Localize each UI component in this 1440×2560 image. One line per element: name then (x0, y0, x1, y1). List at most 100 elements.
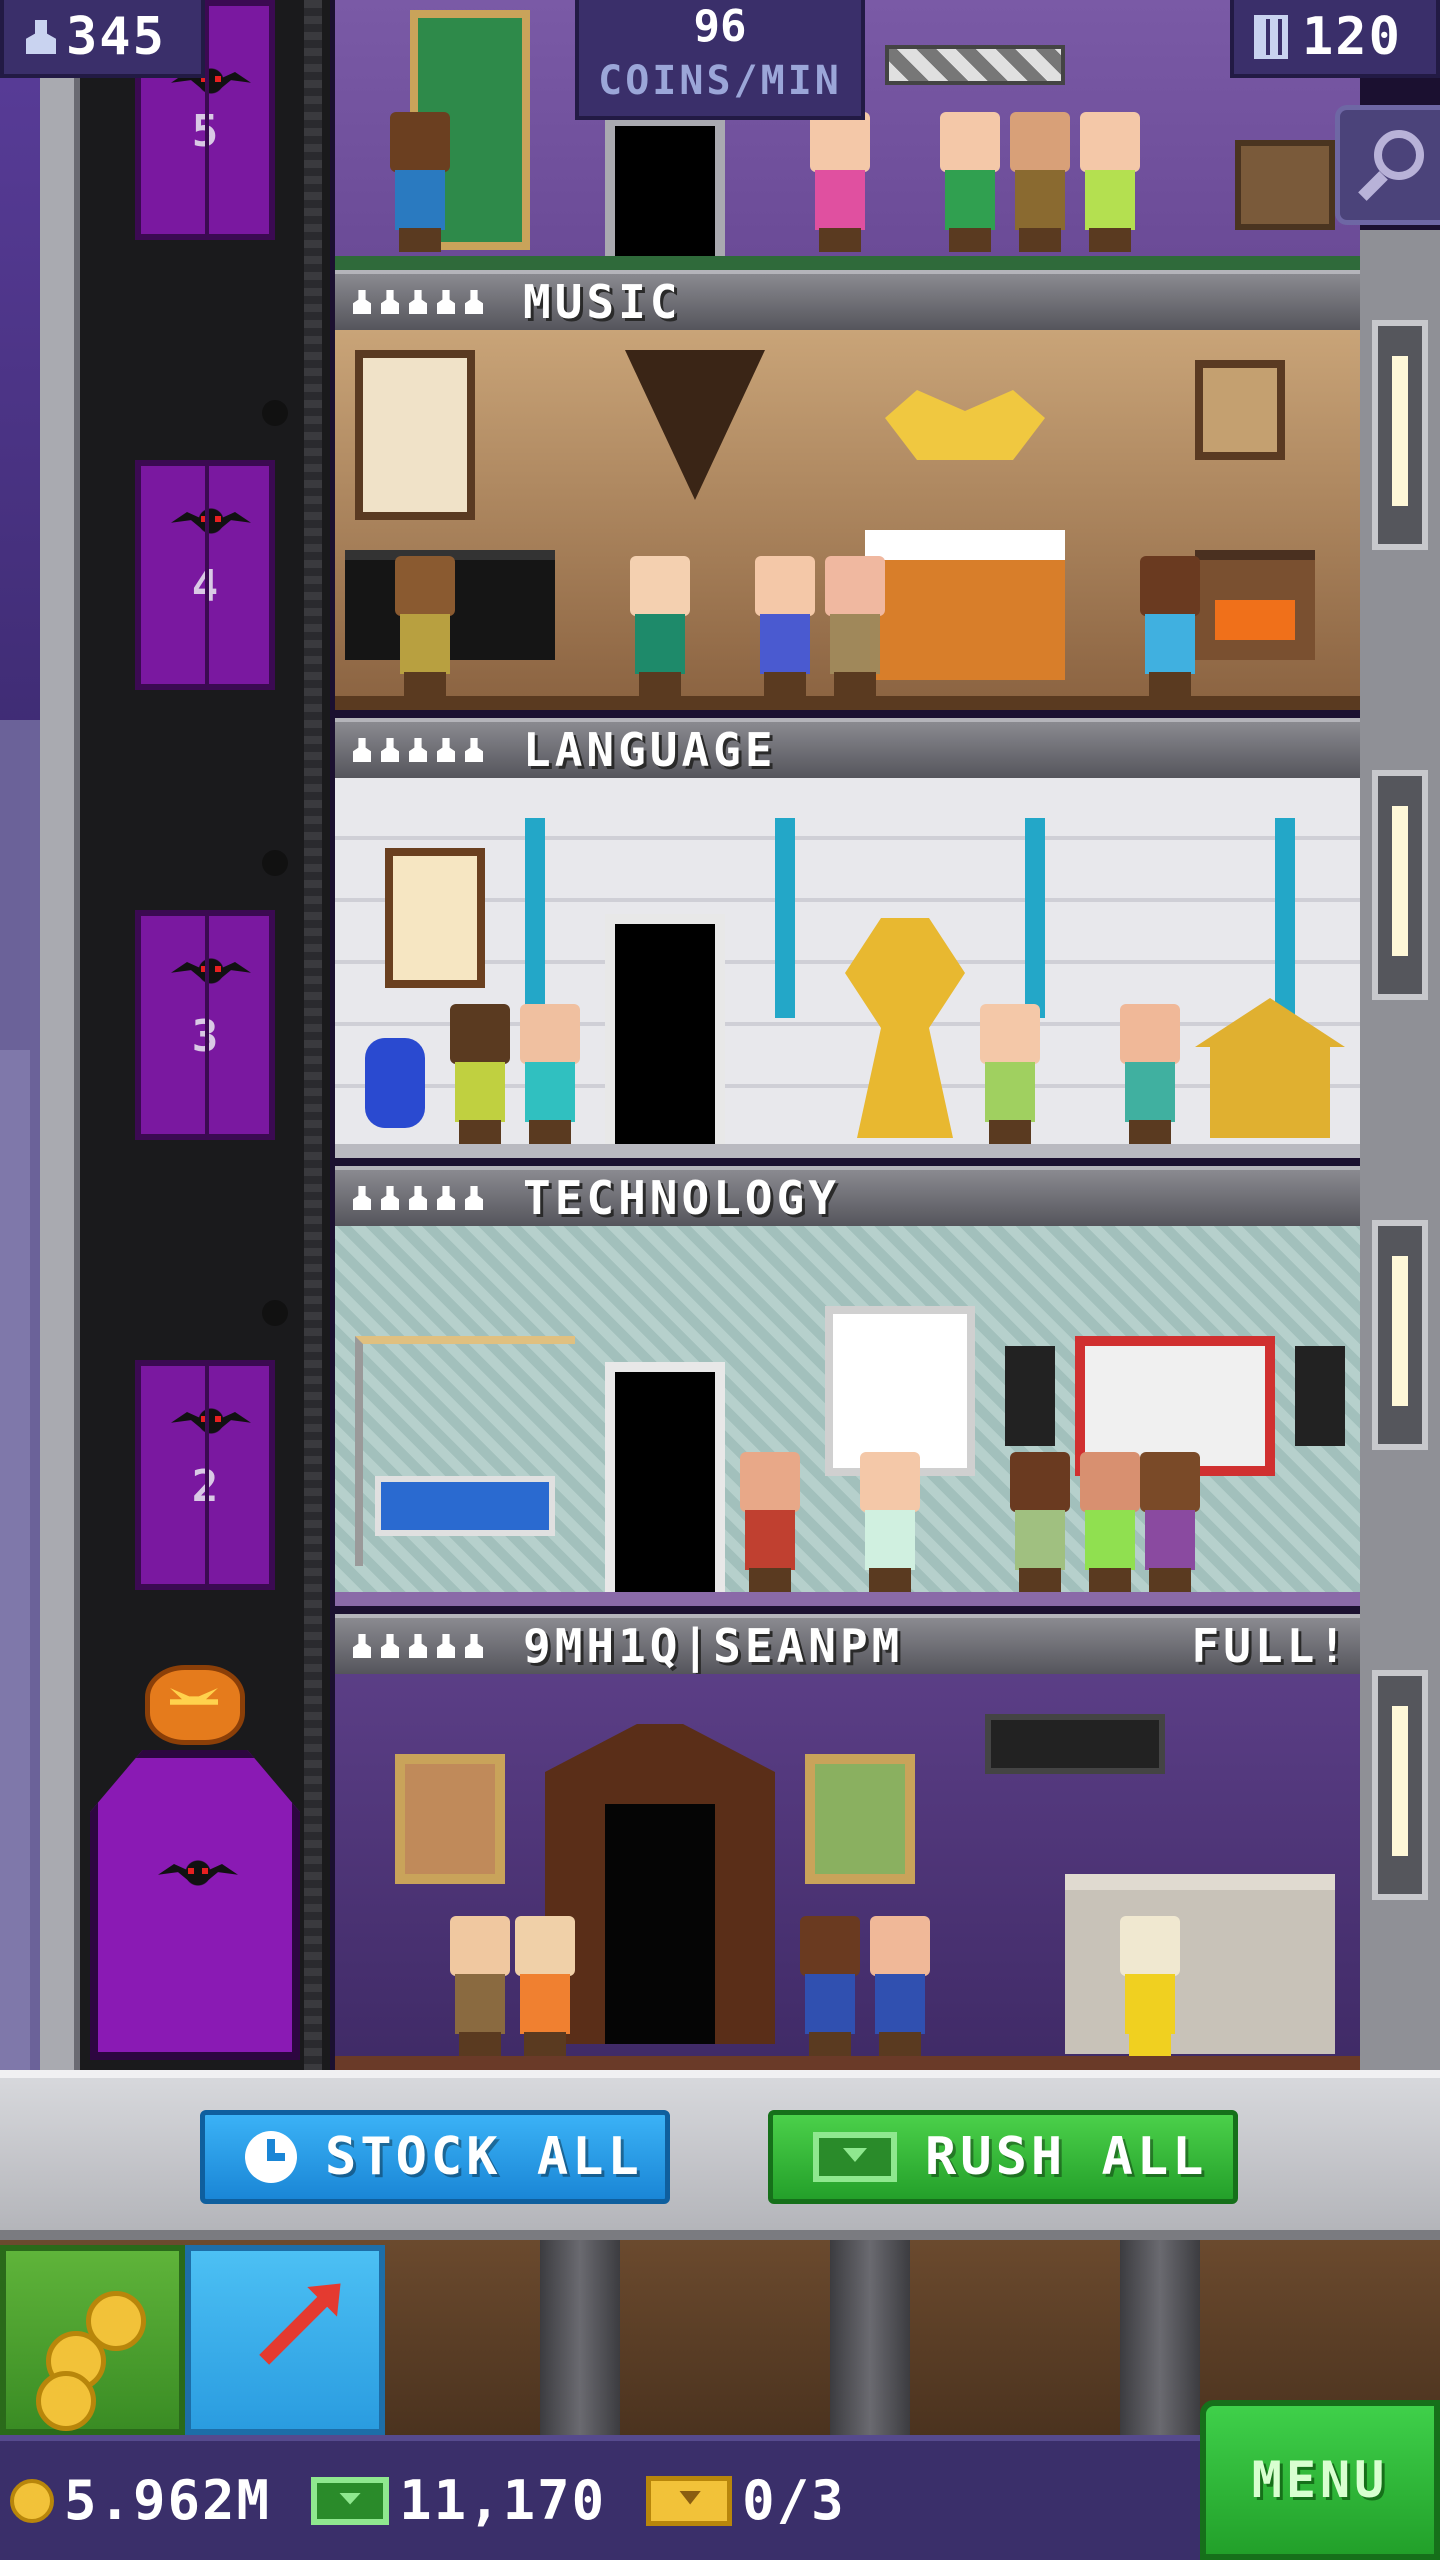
floor-full-label: FULL! (1191, 1619, 1350, 1673)
rush-all-button[interactable]: RUSH ALL (768, 2110, 1238, 2204)
resident-figure[interactable] (625, 556, 695, 696)
resident-figure[interactable] (750, 556, 820, 696)
floor-room[interactable] (335, 778, 1360, 1158)
floor-line (335, 1592, 1360, 1606)
capacity-icons (353, 290, 483, 314)
computer-icon (375, 1476, 555, 1536)
resident-figure[interactable] (1135, 556, 1205, 696)
window-icon (825, 1306, 975, 1476)
pillar-icon (525, 818, 545, 1018)
bux-balance[interactable]: 11,170 (311, 2469, 606, 2532)
resident-figure[interactable] (1115, 1004, 1185, 1144)
coins-value: 5.962M (64, 2469, 272, 2532)
resident-figure[interactable] (1005, 112, 1075, 252)
menu-label: MENU (1251, 2451, 1389, 2509)
floor-room[interactable] (335, 330, 1360, 710)
floor-technology[interactable]: TECHNOLOGY (335, 1166, 1360, 1606)
resident-figure[interactable] (935, 112, 1005, 252)
floor-count-value: 120 (1302, 7, 1402, 67)
elevator-door-2[interactable]: 2 (135, 1360, 275, 1590)
window-icon (355, 350, 475, 520)
stock-all-label: STOCK ALL (325, 2127, 643, 2187)
resident-figure[interactable] (445, 1916, 515, 2056)
person-icon (26, 20, 56, 54)
coin-icon (36, 2371, 96, 2431)
resident-figure[interactable] (1115, 1916, 1185, 2056)
portrait-icon (805, 1754, 915, 1884)
resident-figure[interactable] (735, 1452, 805, 1592)
painting-icon (1195, 360, 1285, 460)
spider-icon (262, 400, 288, 426)
bat-icon (171, 506, 251, 536)
shrine-icon (1195, 998, 1345, 1138)
resident-figure[interactable] (445, 1004, 515, 1144)
resident-figure[interactable] (1005, 1452, 1075, 1592)
coin-icon (86, 2291, 146, 2351)
resident-figure[interactable] (820, 556, 890, 696)
capacity-icons (353, 738, 483, 762)
elevator-door-4[interactable]: 4 (135, 460, 275, 690)
floor-header[interactable]: 9MH1Q|SEANPM FULL! (335, 1614, 1360, 1674)
ticket-icon (646, 2475, 733, 2526)
floor-header[interactable]: TECHNOLOGY (335, 1166, 1360, 1226)
action-bar: STOCK ALL RUSH ALL (0, 2070, 1440, 2240)
pillar-icon (1025, 818, 1045, 1018)
population-counter[interactable]: 345 (0, 0, 205, 78)
floor-language[interactable]: LANGUAGE (335, 718, 1360, 1158)
resident-figure[interactable] (1075, 112, 1145, 252)
vase-icon (365, 1038, 425, 1128)
rush-all-label: RUSH ALL (925, 2127, 1208, 2187)
floor-room[interactable] (335, 1674, 1360, 2070)
portrait-icon (395, 1754, 505, 1884)
resident-figure[interactable] (1135, 1452, 1205, 1592)
bed-icon (865, 530, 1065, 680)
speaker-icon (1295, 1346, 1345, 1446)
arrow-icon (259, 2291, 333, 2365)
room-doorway (605, 914, 725, 1144)
resident-figure[interactable] (515, 1004, 585, 1144)
items-tab-button[interactable] (185, 2245, 385, 2435)
zoom-button[interactable] (1335, 105, 1440, 225)
tower-window (1372, 770, 1428, 1000)
tower-window (1372, 1670, 1428, 1900)
wall-panel (885, 45, 1065, 85)
elevator-floor-number: 2 (191, 1461, 219, 1512)
fireplace-icon (1195, 550, 1315, 660)
resident-figure[interactable] (855, 1452, 925, 1592)
bux-value: 11,170 (399, 2469, 607, 2532)
resident-figure[interactable] (385, 112, 455, 252)
resident-figure[interactable] (795, 1916, 865, 2056)
resident-figure[interactable] (510, 1916, 580, 2056)
resident-figure[interactable] (390, 556, 460, 696)
coins-tab-button[interactable] (0, 2245, 185, 2435)
resident-figure[interactable] (865, 1916, 935, 2056)
spotlight-icon (625, 350, 765, 500)
coins-balance[interactable]: 5.962M (10, 2469, 271, 2532)
floor-header[interactable]: LANGUAGE (335, 718, 1360, 778)
bat-icon (171, 1406, 251, 1436)
spider-icon (262, 1300, 288, 1326)
floor-count[interactable]: 120 (1230, 0, 1440, 78)
tower-window (1372, 1220, 1428, 1450)
lobby-elevator-door[interactable] (90, 1750, 300, 2060)
capacity-icons (353, 1634, 483, 1658)
floor-header[interactable]: MUSIC (335, 270, 1360, 330)
menu-button[interactable]: MENU (1200, 2400, 1440, 2560)
floor-music[interactable]: MUSIC (335, 270, 1360, 710)
bux-icon (311, 2476, 390, 2525)
floor-haunted[interactable]: 9MH1Q|SEANPM FULL! (335, 1614, 1360, 2070)
resident-figure[interactable] (805, 112, 875, 252)
spider-icon (262, 850, 288, 876)
floor-line (335, 696, 1360, 710)
coins-per-minute-label: COINS/MIN (598, 58, 842, 104)
floor-name: MUSIC (523, 275, 682, 329)
elevator-door-3[interactable]: 3 (135, 910, 275, 1140)
tickets-balance[interactable]: 0/3 (646, 2469, 846, 2532)
floor-room[interactable] (335, 1226, 1360, 1606)
resident-figure[interactable] (975, 1004, 1045, 1144)
lobby-pillar (540, 2240, 620, 2440)
floor-line (335, 2056, 1360, 2070)
stock-all-button[interactable]: STOCK ALL (200, 2110, 670, 2204)
elevator-floor-number: 5 (191, 106, 219, 157)
clock-icon (245, 2131, 297, 2183)
